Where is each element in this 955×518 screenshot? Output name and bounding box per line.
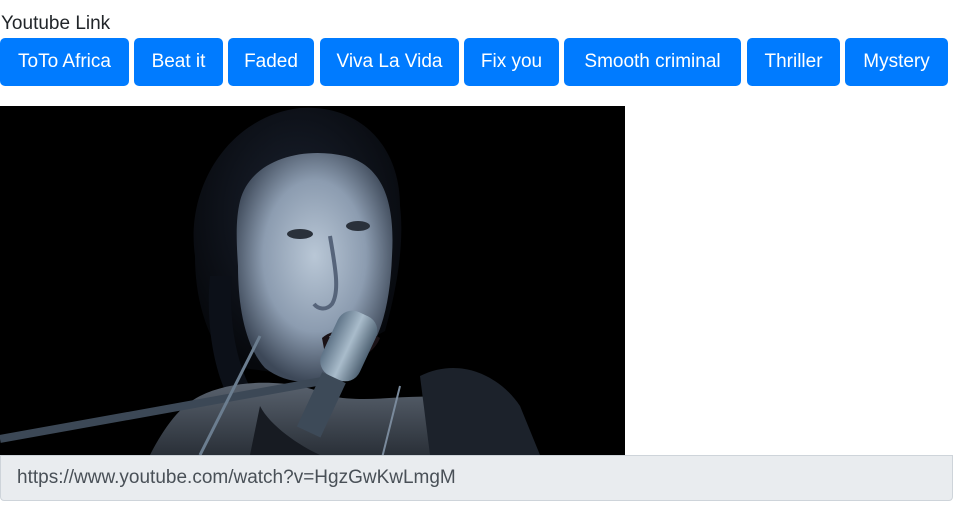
page-heading: Youtube Link (1, 13, 111, 34)
video-frame-image (0, 106, 625, 455)
song-button-beat-it[interactable]: Beat it (134, 38, 223, 86)
song-button-smooth-criminal[interactable]: Smooth criminal (564, 38, 741, 86)
song-button-mystery[interactable]: Mystery (845, 38, 948, 86)
video-player[interactable] (0, 106, 625, 455)
youtube-url-field[interactable] (0, 455, 953, 501)
song-button-thriller[interactable]: Thriller (747, 38, 840, 86)
song-button-viva-la-vida[interactable]: Viva La Vida (320, 38, 459, 86)
song-button-row: ToTo Africa Beat it Faded Viva La Vida F… (0, 38, 955, 86)
page: Youtube Link ToTo Africa Beat it Faded V… (0, 0, 955, 518)
song-button-faded[interactable]: Faded (228, 38, 314, 86)
song-button-toto-africa[interactable]: ToTo Africa (0, 38, 129, 86)
song-button-fix-you[interactable]: Fix you (464, 38, 559, 86)
